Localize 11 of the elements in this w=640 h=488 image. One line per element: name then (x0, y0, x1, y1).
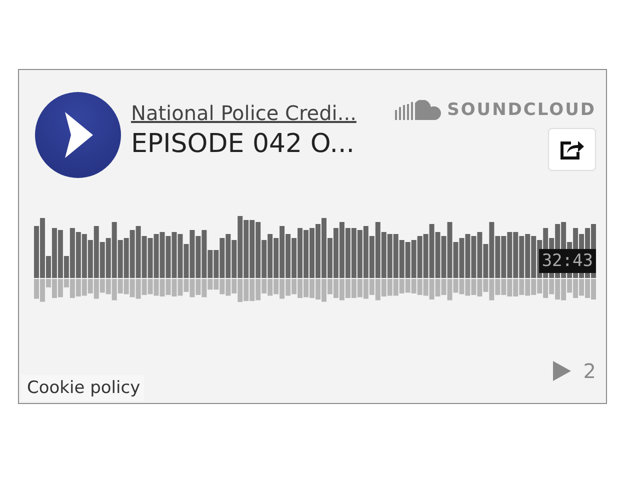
artist-link[interactable]: National Police Credi... (131, 101, 386, 125)
play-count: 2 (583, 359, 596, 383)
brand-name: SOUNDCLOUD (447, 100, 596, 120)
share-icon (559, 138, 585, 160)
duration-label: 32:43 (538, 249, 596, 273)
cloud-logo-icon (395, 100, 442, 120)
play-count-icon (553, 361, 572, 381)
share-button[interactable] (548, 128, 596, 171)
cookie-policy-link[interactable]: Cookie policy (21, 375, 144, 401)
track-title: EPISODE 042 O... (131, 129, 356, 159)
play-icon (63, 112, 93, 158)
